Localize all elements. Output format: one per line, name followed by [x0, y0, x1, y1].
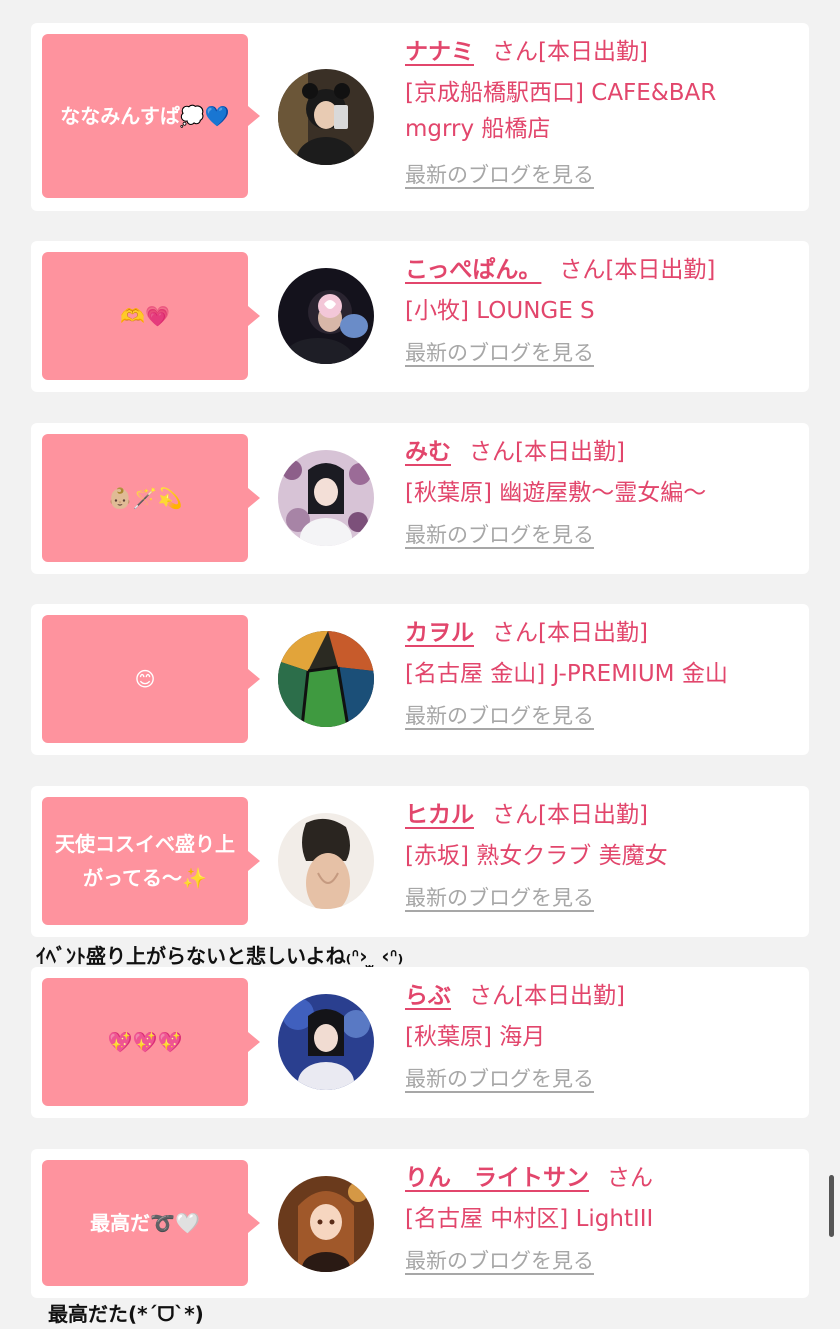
- anime-girl-illustration-icon: [278, 1176, 374, 1272]
- bubble-text: 💖💖💖: [107, 1030, 183, 1054]
- shop-name: [秋葉原] 海月: [405, 1024, 546, 1050]
- girl-heart-sticker-photo-icon: [278, 268, 374, 364]
- cast-info: りん ライトサン さん [名古屋 中村区] LightIII 最新のブログを見る: [405, 1161, 799, 1275]
- message-bubble: ななみんすぱ💭💙: [42, 34, 260, 198]
- cast-card: 💖💖💖 らぶ さん[本日出勤] [秋葉原] 海月 最新のブログを見る: [31, 967, 809, 1118]
- status-text: さん: [607, 1165, 653, 1191]
- status-text: さん[本日出勤]: [559, 257, 716, 283]
- message-bubble: 🫶💗: [42, 252, 260, 380]
- girl-selfie-photo-icon: [278, 69, 374, 165]
- message-bubble: 😊: [42, 615, 260, 743]
- girl-flowers-photo-icon: [278, 450, 374, 546]
- shop-name: [京成船橋駅西口] CAFE&BAR: [405, 80, 717, 106]
- scrollbar[interactable]: [829, 1175, 834, 1237]
- shop-name-continued: mgrry 船橋店: [405, 116, 551, 142]
- cast-name-link[interactable]: みむ: [405, 439, 451, 465]
- status-text: さん[本日出勤]: [492, 39, 648, 65]
- status-text: さん[本日出勤]: [469, 983, 625, 1009]
- message-bubble: 最高だ➰🤍: [42, 1160, 260, 1286]
- girl-aquarium-photo-icon: [278, 994, 374, 1090]
- bubble-text: 🫶💗: [120, 304, 170, 328]
- cast-card: 最高だ➰🤍 りん ライトサン さん [名古屋 中村区] LightIII 最新のブ…: [31, 1149, 809, 1298]
- cast-info: らぶ さん[本日出勤] [秋葉原] 海月 最新のブログを見る: [405, 979, 799, 1093]
- cast-card: ななみんすぱ💭💙 ナナミ さん[本日出勤] [京成船橋駅西口] CAFE&BAR …: [31, 23, 809, 211]
- latest-blog-link[interactable]: 最新のブログを見る: [405, 159, 594, 189]
- status-text: さん[本日出勤]: [492, 620, 648, 646]
- avatar[interactable]: [278, 631, 374, 727]
- cast-name-link[interactable]: らぶ: [405, 983, 451, 1009]
- latest-blog-link[interactable]: 最新のブログを見る: [405, 337, 594, 367]
- message-bubble: 👶🏼🪄💫: [42, 434, 260, 562]
- latest-blog-link[interactable]: 最新のブログを見る: [405, 1245, 594, 1275]
- avatar[interactable]: [278, 1176, 374, 1272]
- name-line: カヲル さん[本日出勤]: [405, 616, 799, 650]
- shop-name: [小牧] LOUNGE S: [405, 298, 595, 324]
- latest-blog-link[interactable]: 最新のブログを見る: [405, 700, 594, 730]
- cast-info: ナナミ さん[本日出勤] [京成船橋駅西口] CAFE&BAR mgrry 船橋店…: [405, 35, 799, 189]
- name-line: らぶ さん[本日出勤]: [405, 979, 799, 1013]
- cast-info: こっぺぱん。 さん[本日出勤] [小牧] LOUNGE S 最新のブログを見る: [405, 253, 799, 367]
- cast-info: みむ さん[本日出勤] [秋葉原] 幽遊屋敷〜霊女編〜 最新のブログを見る: [405, 435, 799, 549]
- avatar[interactable]: [278, 69, 374, 165]
- bubble-text: ななみんすぱ💭💙: [60, 104, 230, 128]
- woman-back-photo-icon: [278, 813, 374, 909]
- shop-name: [名古屋 金山] J-PREMIUM 金山: [405, 661, 728, 687]
- message-bubble: 天使コスイベ盛り上がってる〜✨: [42, 797, 260, 925]
- status-text: さん[本日出勤]: [469, 439, 625, 465]
- shop-name: [名古屋 中村区] LightIII: [405, 1206, 654, 1232]
- avatar[interactable]: [278, 268, 374, 364]
- avatar[interactable]: [278, 813, 374, 909]
- status-text: さん[本日出勤]: [492, 802, 648, 828]
- cast-info: ヒカル さん[本日出勤] [赤坂] 熟女クラブ 美魔女 最新のブログを見る: [405, 798, 799, 912]
- stained-glass-photo-icon: [278, 631, 374, 727]
- avatar[interactable]: [278, 994, 374, 1090]
- latest-blog-link[interactable]: 最新のブログを見る: [405, 1063, 594, 1093]
- name-line: こっぺぱん。 さん[本日出勤]: [405, 253, 799, 287]
- bubble-text: 最高だ➰🤍: [90, 1211, 200, 1235]
- cast-card: 😊 カヲル さん[本日出勤] [名古屋 金山] J-PREMIUM 金山 最新のブ…: [31, 604, 809, 755]
- cast-card: 🫶💗 こっぺぱん。 さん[本日出勤] [小牧] LOUNGE S 最新のブログを見…: [31, 241, 809, 392]
- cast-info: カヲル さん[本日出勤] [名古屋 金山] J-PREMIUM 金山 最新のブログ…: [405, 616, 799, 730]
- name-line: みむ さん[本日出勤]: [405, 435, 799, 469]
- cast-name-link[interactable]: ヒカル: [405, 802, 474, 828]
- cast-name-link[interactable]: りん ライトサン: [405, 1165, 589, 1191]
- cast-name-link[interactable]: ナナミ: [405, 39, 474, 65]
- message-bubble: 💖💖💖: [42, 978, 260, 1106]
- name-line: ヒカル さん[本日出勤]: [405, 798, 799, 832]
- cast-card: 天使コスイベ盛り上がってる〜✨ ヒカル さん[本日出勤] [赤坂] 熟女クラブ 美…: [31, 786, 809, 937]
- name-line: ナナミ さん[本日出勤]: [405, 35, 799, 69]
- bubble-text: 😊: [134, 667, 156, 691]
- bubble-text: 天使コスイベ盛り上がってる〜✨: [55, 832, 235, 890]
- cast-card: 👶🏼🪄💫 みむ さん[本日出勤] [秋葉原] 幽遊屋敷〜霊女編〜 最新のブログを見…: [31, 423, 809, 574]
- user-comment: 最高だた(*´ᗜ`*): [48, 1302, 204, 1326]
- cast-name-link[interactable]: こっぺぱん。: [405, 257, 541, 283]
- avatar[interactable]: [278, 450, 374, 546]
- bubble-text: 👶🏼🪄💫: [107, 486, 183, 510]
- latest-blog-link[interactable]: 最新のブログを見る: [405, 882, 594, 912]
- latest-blog-link[interactable]: 最新のブログを見る: [405, 519, 594, 549]
- cast-name-link[interactable]: カヲル: [405, 620, 474, 646]
- user-comment: ｲﾍﾞﾝﾄ盛り上がらないと悲しいよね₍ᐢ›‎ ̫ ‹ᐢ₎: [36, 944, 404, 968]
- shop-name: [赤坂] 熟女クラブ 美魔女: [405, 843, 668, 869]
- shop-name: [秋葉原] 幽遊屋敷〜霊女編〜: [405, 480, 707, 506]
- name-line: りん ライトサン さん: [405, 1161, 799, 1195]
